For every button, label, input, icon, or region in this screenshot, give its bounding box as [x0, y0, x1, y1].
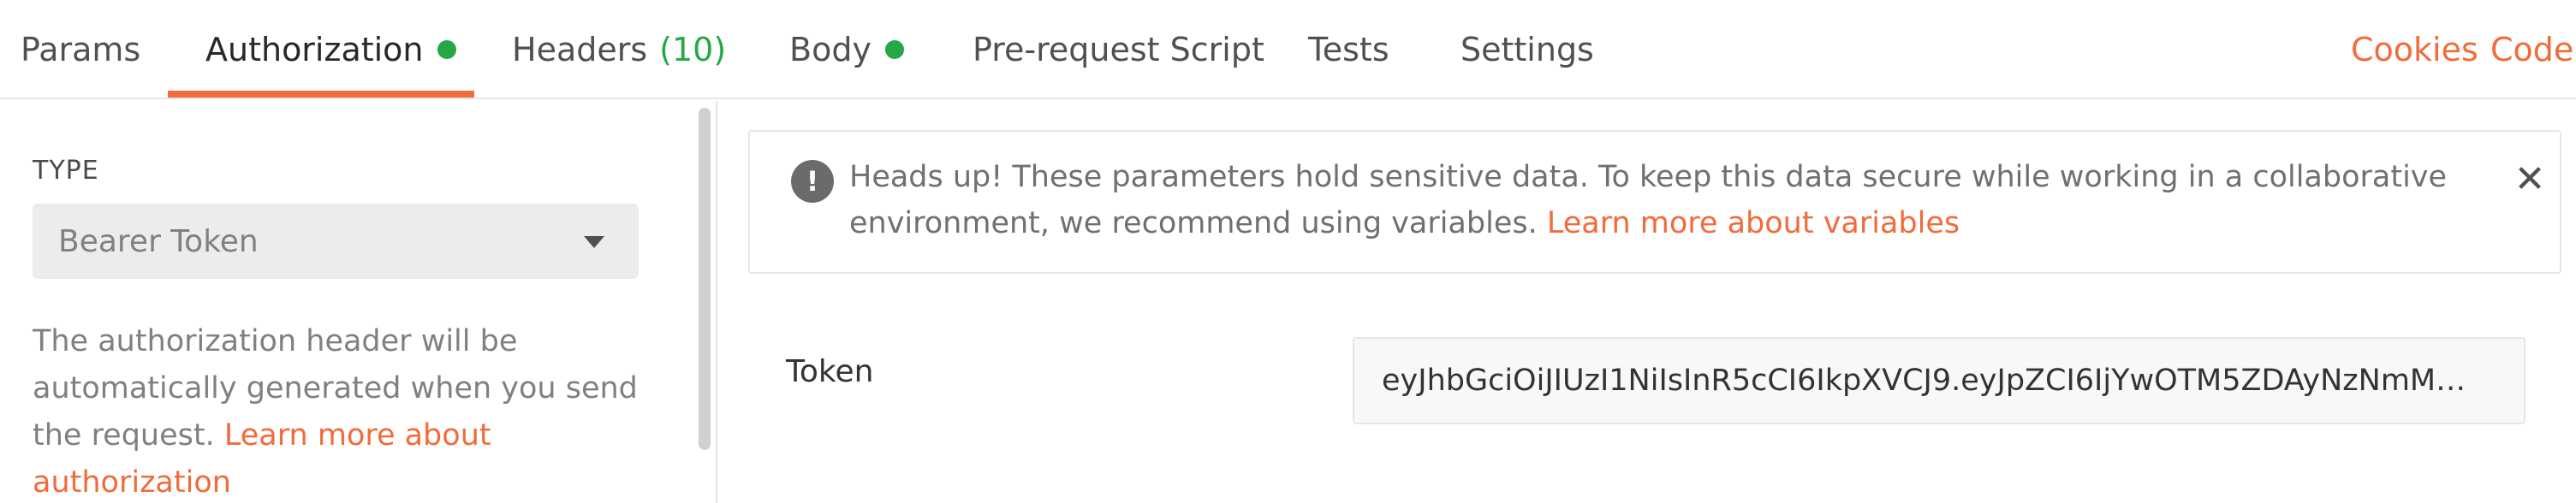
auth-type-panel: TYPE Bearer Token The authorization head… — [0, 101, 717, 503]
close-icon[interactable]: ✕ — [2510, 157, 2549, 201]
tab-label: Body — [789, 31, 872, 68]
left-panel-scrollbar[interactable] — [699, 108, 711, 450]
tab-body[interactable]: Body — [789, 0, 904, 99]
auth-description: The authorization header will be automat… — [33, 318, 649, 503]
tab-label: Headers — [512, 31, 648, 68]
auth-type-value: Bearer Token — [58, 223, 259, 259]
tab-authorization[interactable]: Authorization — [205, 0, 456, 99]
alert-message: Heads up! These parameters hold sensitiv… — [849, 154, 2459, 246]
tab-label: Tests — [1308, 31, 1389, 68]
token-value: eyJhbGciOiJIUzI1NiIsInR5cCI6IkpXVCJ9.eyJ… — [1382, 364, 2495, 398]
exclamation-icon: ! — [791, 160, 834, 203]
tab-tests[interactable]: Tests — [1308, 0, 1389, 99]
token-label: Token — [786, 354, 874, 389]
tab-label: Authorization — [205, 31, 424, 68]
auth-type-select[interactable]: Bearer Token — [33, 204, 639, 279]
tab-pre-request-script[interactable]: Pre-request Script — [973, 0, 1264, 99]
tab-settings[interactable]: Settings — [1461, 0, 1594, 99]
type-label: TYPE — [33, 156, 99, 186]
tab-params[interactable]: Params — [21, 0, 140, 99]
request-tab-bar: Params Authorization Headers (10) Body P… — [0, 0, 2576, 99]
headers-count-badge: (10) — [659, 31, 727, 68]
active-tab-indicator — [168, 91, 474, 98]
tab-label: Settings — [1461, 31, 1594, 68]
tab-label: Pre-request Script — [973, 31, 1264, 68]
tab-label: Params — [21, 31, 141, 68]
status-dot-icon — [884, 40, 904, 59]
code-link[interactable]: Code — [2490, 0, 2573, 99]
request-editor: Params Authorization Headers (10) Body P… — [0, 0, 2576, 503]
chevron-down-icon — [584, 236, 604, 248]
sensitive-data-alert: ! Heads up! These parameters hold sensit… — [748, 130, 2561, 274]
cookies-link[interactable]: Cookies — [2351, 0, 2478, 99]
token-input[interactable]: eyJhbGciOiJIUzI1NiIsInR5cCI6IkpXVCJ9.eyJ… — [1353, 337, 2525, 424]
status-dot-icon — [437, 40, 456, 59]
learn-more-variables-link[interactable]: Learn more about variables — [1547, 206, 1960, 240]
tab-headers[interactable]: Headers (10) — [512, 0, 726, 99]
